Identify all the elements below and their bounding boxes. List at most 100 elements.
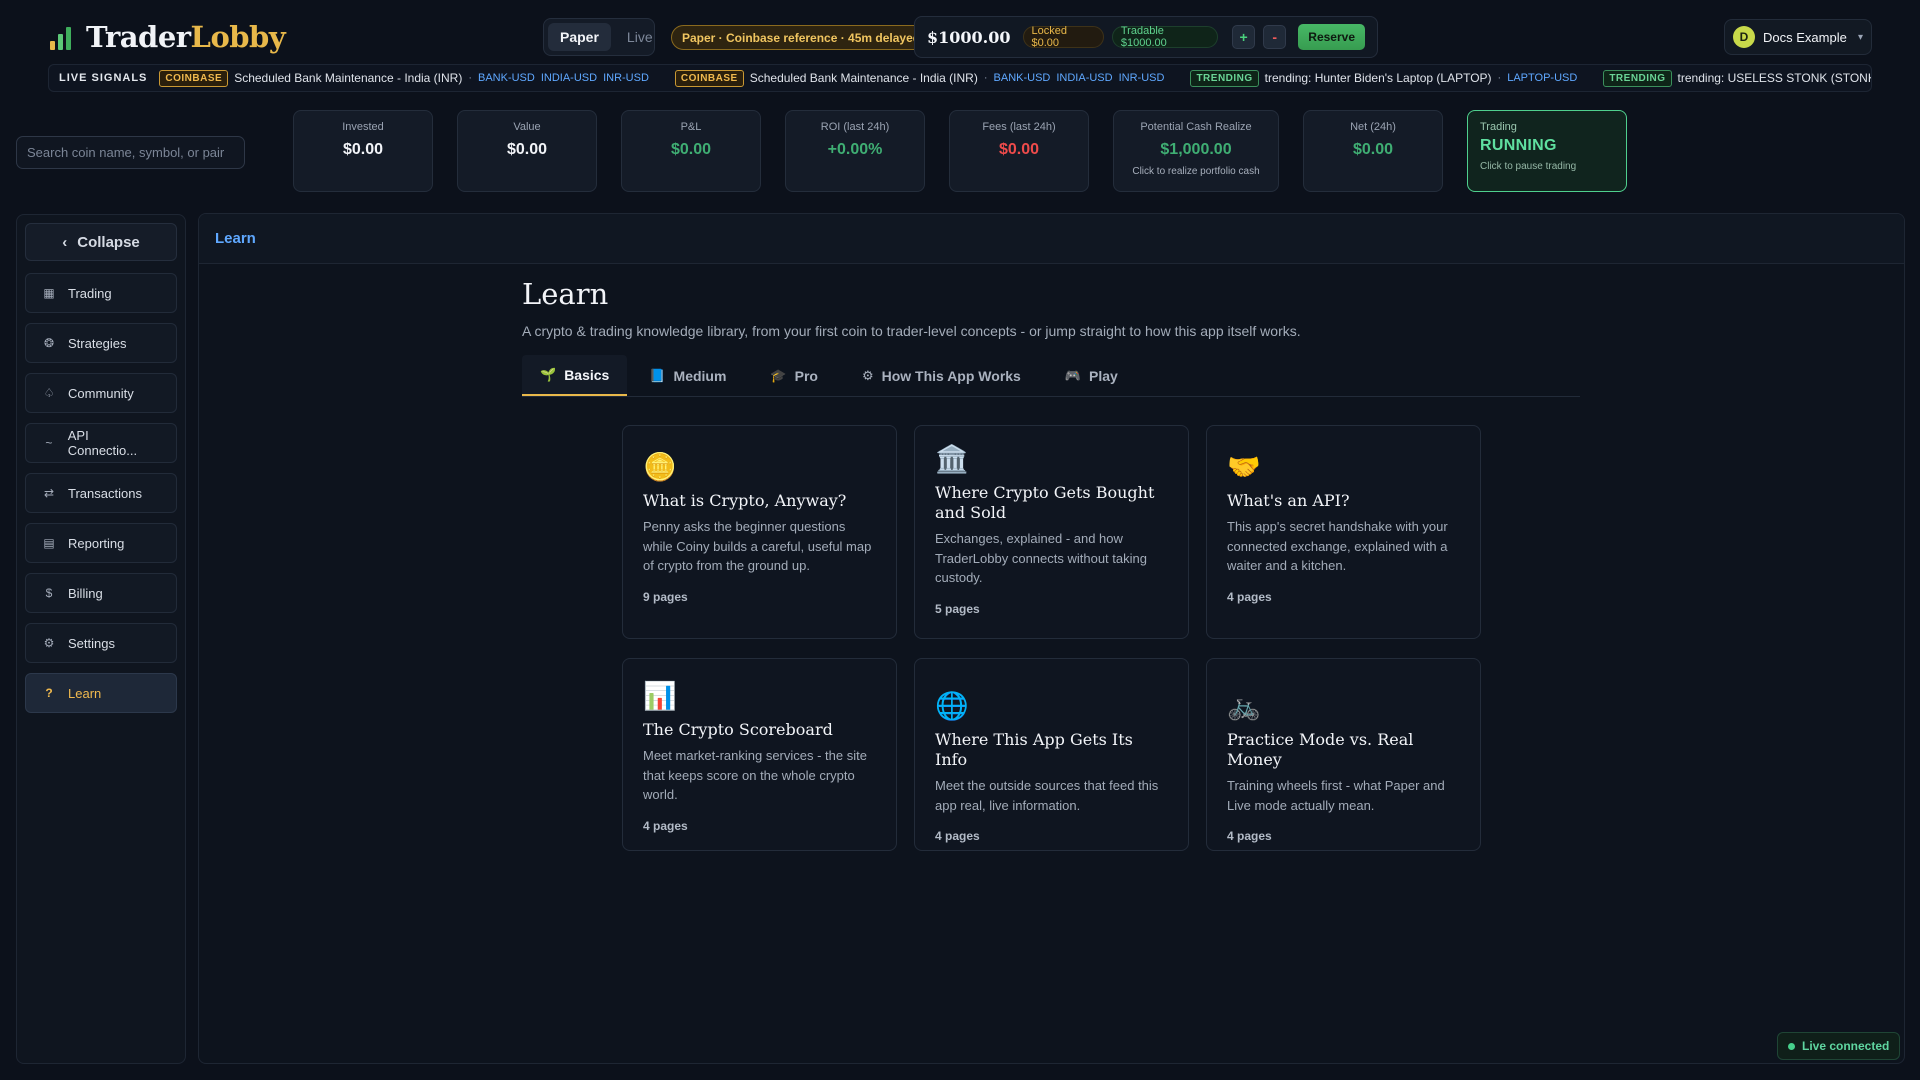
stat-value: $0.00 xyxy=(670,141,712,158)
stat-label: ROI (last 24h) xyxy=(820,121,890,133)
grid-icon: ▦ xyxy=(43,286,55,300)
main-panel: Learn Learn A crypto & trading knowledge… xyxy=(198,213,1905,1064)
sidebar-item-billing[interactable]: $ Billing xyxy=(25,573,177,613)
ticker-title: trending: Hunter Biden's Laptop (LAPTOP) xyxy=(1264,71,1492,85)
ticker-title: Scheduled Bank Maintenance - India (INR) xyxy=(234,71,463,85)
trading-status-label: Trading xyxy=(1480,121,1517,133)
ticker-title: trending: USELESS STONK (STONK xyxy=(1677,71,1872,85)
status-dot-icon xyxy=(1788,1042,1795,1050)
card-page-count: 4 pages xyxy=(643,818,688,833)
sidebar-item-label: Reporting xyxy=(68,535,125,551)
card-description: Meet market-ranking services - the site … xyxy=(643,748,867,802)
game-icon: 🎮 xyxy=(1064,367,1082,383)
stat-card[interactable]: Potential Cash Realize $1,000.00 Click to … xyxy=(1113,110,1279,192)
ticker-item[interactable]: COINBASE Scheduled Bank Maintenance - Ind… xyxy=(674,69,1165,87)
tradable-balance-badge: Tradable $1000.00 xyxy=(1111,25,1219,49)
separator-dot: · xyxy=(468,72,472,84)
card-title: The Crypto Scoreboard xyxy=(643,720,833,739)
stat-card: Invested $0.00 xyxy=(293,110,433,192)
tab-pro[interactable]: 🎓 Pro xyxy=(748,355,840,396)
main-header: Learn xyxy=(199,214,1904,264)
ticker-title: Scheduled Bank Maintenance - India (INR) xyxy=(749,71,978,85)
sidebar-item-label: API Connectio... xyxy=(67,428,138,458)
learn-card[interactable]: 🚲 Practice Mode vs. Real Money Training wh… xyxy=(1206,658,1481,851)
coinbase-badge: COINBASE xyxy=(674,69,744,87)
collapse-button[interactable]: ‹ Collapse xyxy=(25,223,177,261)
ticker-symbol-link[interactable]: INDIA-USD xyxy=(541,72,597,84)
ticker-label: LIVE SIGNALS xyxy=(59,72,148,84)
reserve-button[interactable]: Reserve xyxy=(1298,24,1366,50)
sidebar-item-transactions[interactable]: ⇄ Transactions xyxy=(25,473,177,513)
learn-card[interactable]: 🪙 What is Crypto, Anyway? Penny asks the b… xyxy=(622,425,897,639)
sidebar-item-label: Trading xyxy=(68,285,112,301)
search-input[interactable] xyxy=(16,136,245,169)
ticker-symbol-link[interactable]: INR-USD xyxy=(603,72,649,84)
learn-card[interactable]: 🏛️ Where Crypto Gets Bought and Sold Excha… xyxy=(914,425,1189,639)
sidebar-item-community[interactable]: ♤ Community xyxy=(25,373,177,413)
app-logo[interactable]: TraderLobby xyxy=(50,18,286,56)
book-icon: 📘 xyxy=(649,367,666,383)
tab-medium[interactable]: 📘 Medium xyxy=(627,355,748,396)
ticker-symbol-link[interactable]: BANK-USD xyxy=(478,72,535,84)
sidebar-item-label: Learn xyxy=(68,685,102,701)
breadcrumb[interactable]: Learn xyxy=(215,230,256,247)
tab-play[interactable]: 🎮 Play xyxy=(1043,355,1140,396)
bicycle-icon: 🚲 xyxy=(1227,691,1261,721)
page-title: Learn xyxy=(522,277,609,311)
stat-value: $0.00 xyxy=(998,141,1040,158)
app-name: TraderLobby xyxy=(86,20,286,54)
stat-value: +0.00% xyxy=(827,141,883,158)
stat-card: Net (24h) $0.00 xyxy=(1303,110,1443,192)
chart-icon: 📊 xyxy=(643,681,677,711)
paper-mode-notice: Paper · Coinbase reference · 45m delayed xyxy=(671,25,932,50)
sidebar: ‹ Collapse ▦ Trading ❂ Strategies ♤ Community… xyxy=(16,214,186,1064)
tab-label: Pro xyxy=(794,367,818,384)
separator-dot: · xyxy=(1497,72,1502,84)
card-description: Exchanges, explained - and how TraderLob… xyxy=(935,531,1147,585)
learn-card[interactable]: 📊 The Crypto Scoreboard Meet market-rankin… xyxy=(622,658,897,851)
ticker-item[interactable]: TRENDING trending: Hunter Biden's Laptop … xyxy=(1190,69,1577,87)
sidebar-item-strategies[interactable]: ❂ Strategies xyxy=(25,323,177,363)
tab-label: Medium xyxy=(673,367,727,384)
sidebar-item-learn[interactable]: ? Learn xyxy=(25,673,177,713)
stat-value: $0.00 xyxy=(342,141,384,158)
page-subtitle: A crypto & trading knowledge library, fr… xyxy=(522,323,1301,339)
card-page-count: 4 pages xyxy=(1227,589,1272,604)
add-funds-button[interactable]: + xyxy=(1232,25,1256,49)
balance-amount: $1000.00 xyxy=(927,27,1011,47)
bank-icon: 🏛️ xyxy=(935,444,969,474)
sidebar-item-label: Transactions xyxy=(68,485,142,501)
tab-label: Basics xyxy=(564,366,610,383)
mode-live-button[interactable]: Live xyxy=(615,23,665,51)
gear-icon: ⚙ xyxy=(861,367,874,383)
tab-how-this-app-works[interactable]: ⚙ How This App Works xyxy=(840,355,1043,396)
sidebar-item-trading[interactable]: ▦ Trading xyxy=(25,273,177,313)
learn-card[interactable]: 🌐 Where This App Gets Its Info Meet the ou… xyxy=(914,658,1189,851)
sidebar-item-settings[interactable]: ⚙ Settings xyxy=(25,623,177,663)
ticker-symbol-link[interactable]: LAPTOP-USD xyxy=(1507,72,1577,84)
card-title: Where This App Gets Its Info xyxy=(935,730,1133,769)
stat-card: ROI (last 24h) +0.00% xyxy=(785,110,925,192)
seedling-icon: 🌱 xyxy=(540,366,557,382)
tab-label: Play xyxy=(1089,367,1118,384)
sidebar-item-api-connectio[interactable]: ~ API Connectio... xyxy=(25,423,177,463)
card-title: What is Crypto, Anyway? xyxy=(643,491,847,510)
stat-card: Fees (last 24h) $0.00 xyxy=(949,110,1089,192)
ticker-item[interactable]: COINBASE Scheduled Bank Maintenance - Ind… xyxy=(159,69,649,87)
remove-funds-button[interactable]: - xyxy=(1263,25,1287,49)
sidebar-item-reporting[interactable]: ▤ Reporting xyxy=(25,523,177,563)
learn-card[interactable]: 🤝 What's an API? This app's secret handsha… xyxy=(1206,425,1481,639)
ticker-symbol-link[interactable]: INDIA-USD xyxy=(1056,72,1112,84)
transactions-icon: ⇄ xyxy=(43,486,55,500)
stat-value: $0.00 xyxy=(506,141,548,158)
avatar: D xyxy=(1733,26,1755,48)
ticker-item[interactable]: TRENDING trending: USELESS STONK (STONK xyxy=(1603,69,1872,87)
user-menu[interactable]: D Docs Example ▾ xyxy=(1724,19,1872,55)
trading-status-card[interactable]: Trading RUNNING Click to pause trading xyxy=(1467,110,1627,192)
trading-status-value: RUNNING xyxy=(1480,137,1557,154)
ticker-symbol-link[interactable]: INR-USD xyxy=(1119,72,1165,84)
mode-paper-button[interactable]: Paper xyxy=(548,23,611,51)
ticker-symbol-link[interactable]: BANK-USD xyxy=(994,72,1051,84)
app-name-part-1: Trader xyxy=(86,20,191,54)
tab-basics[interactable]: 🌱 Basics xyxy=(522,355,628,396)
